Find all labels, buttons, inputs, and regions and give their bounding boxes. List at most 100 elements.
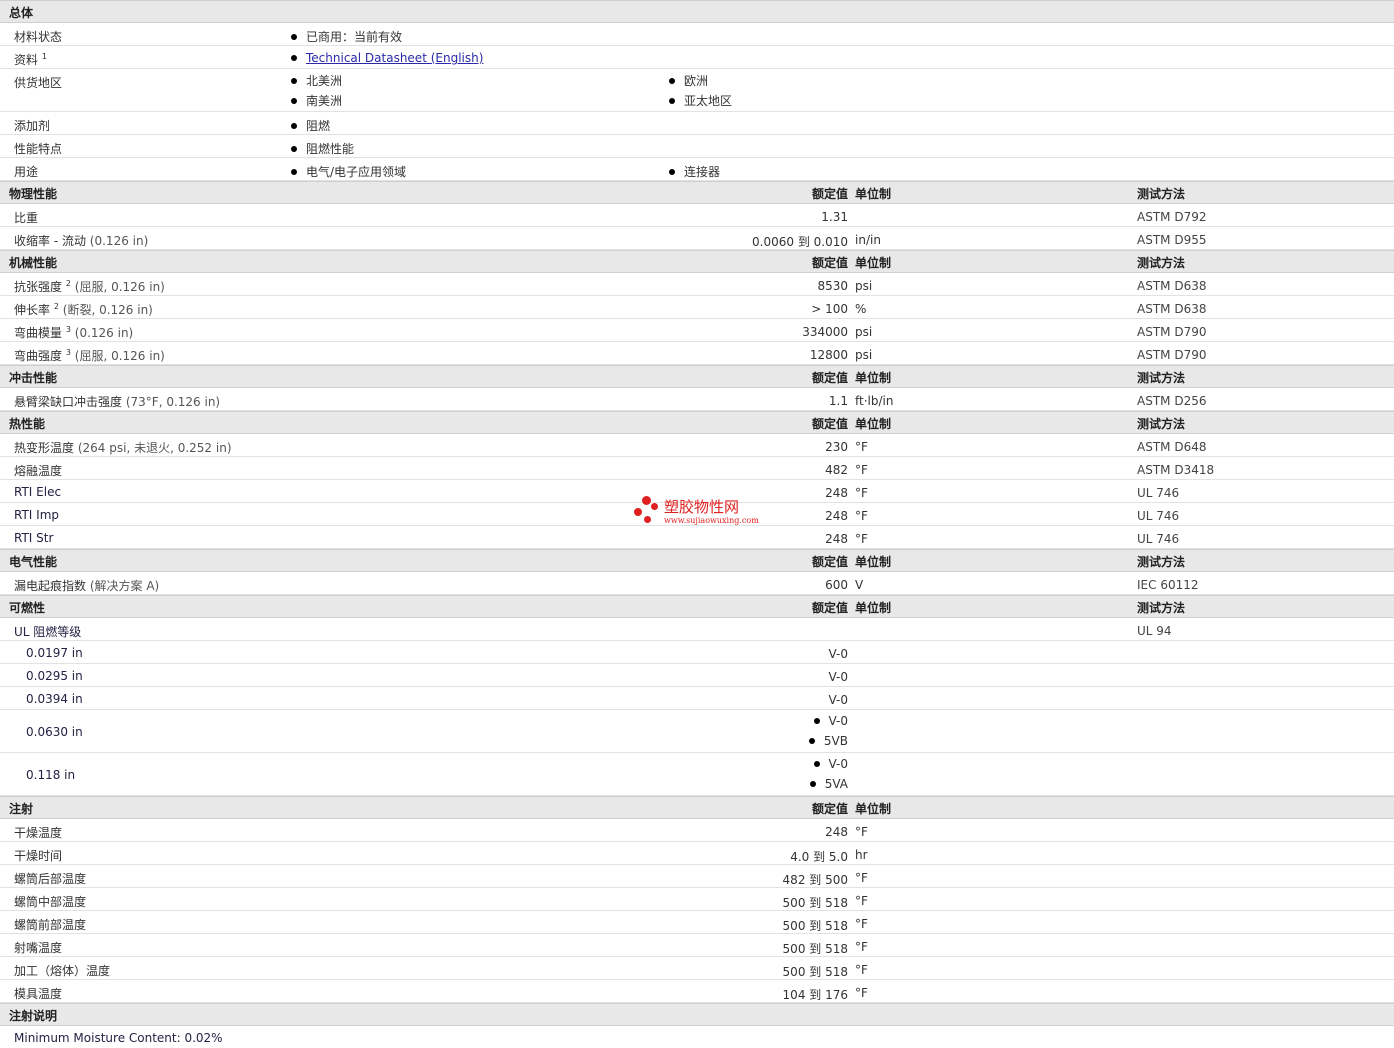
- row-value: 8530: [817, 279, 848, 293]
- table-row: 熔融温度 482 °F ASTM D3418: [0, 457, 1394, 480]
- bullet-item: 南美洲: [291, 92, 342, 109]
- row-test: ASTM D638: [1137, 302, 1207, 316]
- section-title: 物理性能: [9, 187, 58, 201]
- table-row: 螺筒前部温度 500 到 518 °F: [0, 911, 1394, 934]
- table-row: 热变形温度 (264 psi, 未退火, 0.252 in) 230 °F AS…: [0, 434, 1394, 457]
- table-row: 螺筒后部温度 482 到 500 °F: [0, 865, 1394, 888]
- logo-dot-icon: [644, 516, 651, 523]
- section-header-impact: 冲击性能 额定值 单位制 测试方法: [0, 365, 1394, 388]
- row-label: RTI Imp: [14, 508, 59, 522]
- row-test: ASTM D792: [1137, 210, 1207, 224]
- row-label: 添加剂: [14, 119, 51, 133]
- watermark-name: 塑胶物性网: [664, 498, 740, 516]
- col-nominal: 额定值: [811, 802, 848, 816]
- row-label: 悬臂梁缺口冲击强度 (73°F, 0.126 in): [14, 395, 221, 409]
- bullet-item: V-0: [813, 757, 848, 771]
- row-value: 334000: [802, 325, 848, 339]
- bullet-item: 连接器: [669, 163, 720, 180]
- table-row: 弯曲模量 3 (0.126 in) 334000 psi ASTM D790: [0, 319, 1394, 342]
- row-label: 收缩率 - 流动 (0.126 in): [14, 234, 149, 248]
- bullet-icon: [808, 737, 815, 744]
- row-value: 500 到 518: [782, 896, 848, 910]
- table-row: 0.0630 in V-0 5VB: [0, 710, 1394, 753]
- table-row: 螺筒中部温度 500 到 518 °F: [0, 888, 1394, 911]
- row-label: 0.0394 in: [26, 692, 83, 706]
- technical-datasheet-link[interactable]: Technical Datasheet (English): [306, 51, 483, 65]
- row-label: 材料状态: [14, 30, 63, 44]
- logo-dot-icon: [642, 496, 651, 505]
- col-nominal: 额定值: [811, 555, 848, 569]
- col-test: 测试方法: [1137, 601, 1186, 615]
- table-row: 收缩率 - 流动 (0.126 in) 0.0060 到 0.010 in/in…: [0, 227, 1394, 250]
- table-row: 0.0197 in V-0: [0, 641, 1394, 664]
- col-test: 测试方法: [1137, 371, 1186, 385]
- row-label: 漏电起痕指数 (解决方案 A): [14, 579, 160, 593]
- row-unit: in/in: [855, 233, 881, 247]
- row-unit: °F: [855, 532, 868, 546]
- bullet-item: 阻燃: [291, 117, 330, 134]
- row-unit: psi: [855, 325, 873, 339]
- row-value: 1.31: [821, 210, 848, 224]
- row-label: 比重: [14, 211, 39, 225]
- row-unit: °F: [855, 894, 868, 908]
- row-value: 12800: [809, 348, 848, 362]
- row-label: 性能特点: [14, 142, 63, 156]
- row-unit: °F: [855, 463, 868, 477]
- row-label: 用途: [14, 165, 39, 179]
- table-row: 射嘴温度 500 到 518 °F: [0, 934, 1394, 957]
- row-unit: %: [855, 302, 867, 316]
- bullet-icon: [291, 77, 297, 84]
- row-value: 248: [825, 825, 848, 839]
- row-label: 干燥温度: [14, 826, 63, 840]
- table-row: 0.0394 in V-0: [0, 687, 1394, 710]
- bullet-icon: [813, 717, 820, 724]
- watermark-url: www.sujiaowuxing.com: [664, 516, 759, 525]
- section-header-electrical: 电气性能 额定值 单位制 测试方法: [0, 549, 1394, 572]
- row-features: 性能特点 阻燃性能: [0, 135, 1394, 158]
- row-value: 230: [825, 440, 848, 454]
- row-test: ASTM D256: [1137, 394, 1207, 408]
- row-test: UL 746: [1137, 509, 1180, 523]
- bullet-icon: [669, 77, 675, 84]
- row-test: IEC 60112: [1137, 578, 1199, 592]
- row-uses: 用途 电气/电子应用领域 连接器: [0, 158, 1394, 181]
- bullet-item: 5VA: [809, 777, 848, 791]
- table-row: 比重 1.31 ASTM D792: [0, 204, 1394, 227]
- row-unit: °F: [855, 986, 868, 1000]
- injection-note-text: Minimum Moisture Content: 0.02%: [14, 1031, 223, 1045]
- row-label: 模具温度: [14, 987, 63, 1001]
- row-value: 600: [825, 578, 848, 592]
- col-test: 测试方法: [1137, 187, 1186, 201]
- bullet-item: 电气/电子应用领域: [291, 163, 406, 180]
- section-title: 热性能: [9, 417, 46, 431]
- col-nominal: 额定值: [811, 417, 848, 431]
- row-value: V-0: [828, 670, 848, 684]
- col-test: 测试方法: [1137, 256, 1186, 270]
- col-nominal: 额定值: [811, 371, 848, 385]
- row-unit: ft·lb/in: [855, 394, 894, 408]
- bullet-icon: [291, 97, 297, 104]
- bullet-icon: [669, 97, 675, 104]
- col-test: 测试方法: [1137, 555, 1186, 569]
- section-header-thermal: 热性能 额定值 单位制 测试方法: [0, 411, 1394, 434]
- row-unit: °F: [855, 871, 868, 885]
- row-label: 螺筒后部温度: [14, 872, 87, 886]
- table-row: 干燥温度 248 °F: [0, 819, 1394, 842]
- row-label: 0.0295 in: [26, 669, 83, 683]
- section-header-physical: 物理性能 额定值 单位制 测试方法: [0, 181, 1394, 204]
- row-value: 248: [825, 486, 848, 500]
- row-material-status: 材料状态 已商用：当前有效: [0, 23, 1394, 46]
- row-unit: °F: [855, 940, 868, 954]
- row-label: 伸长率 2 (断裂, 0.126 in): [14, 302, 153, 317]
- row-label: 螺筒中部温度: [14, 895, 87, 909]
- row-value: 0.0060 到 0.010: [752, 235, 848, 249]
- section-title: 总体: [9, 6, 34, 20]
- bullet-icon: [291, 145, 297, 152]
- row-value: 482 到 500: [782, 873, 848, 887]
- section-title: 机械性能: [9, 256, 58, 270]
- col-unit: 单位制: [855, 601, 892, 615]
- table-row: 干燥时间 4.0 到 5.0 hr: [0, 842, 1394, 865]
- row-label: RTI Str: [14, 531, 54, 545]
- table-row: 0.0295 in V-0: [0, 664, 1394, 687]
- row-test: ASTM D790: [1137, 348, 1207, 362]
